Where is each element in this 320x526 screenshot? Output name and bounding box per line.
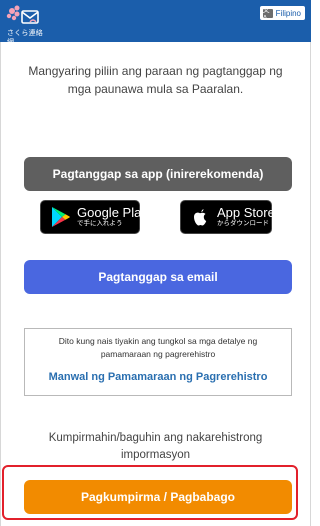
manual-description: Dito kung nais tiyakin ang tungkol sa mg… <box>58 336 258 359</box>
app-store-main: App Store <box>217 205 275 221</box>
manual-box: Dito kung nais tiyakin ang tungkol sa mg… <box>24 328 292 396</box>
google-play-icon <box>52 207 70 227</box>
google-play-main: Google Play <box>77 205 148 221</box>
app-header: さくら連絡網 文A Filipino <box>0 0 311 46</box>
google-play-sub: で手に入れよう <box>77 220 123 228</box>
app-store-badge[interactable]: App Store からダウンロード <box>180 200 275 234</box>
translate-icon: 文A <box>262 7 273 22</box>
language-button[interactable]: 文A Filipino <box>259 6 305 22</box>
confirm-description: Kumpirmahin/baguhin ang nakarehistrong i… <box>48 432 263 461</box>
app-receive-button[interactable]: Pagtanggap sa app (inirerekomenda) <box>24 157 292 191</box>
email-receive-button[interactable]: Pagtanggap sa email <box>24 260 292 294</box>
language-label: Filipino <box>275 8 301 18</box>
manual-link[interactable]: Manwal ng Pamamaraan ng Pagrerehistro <box>25 371 291 383</box>
apple-icon <box>194 209 207 226</box>
logo-text: さくら連絡網 <box>7 29 43 46</box>
app-store-sub: からダウンロード <box>217 220 269 228</box>
google-play-badge[interactable]: Google Play で手に入れよう <box>40 200 148 234</box>
intro-text: Mangyaring piliin ang paraan ng pagtangg… <box>28 64 283 96</box>
confirm-change-button[interactable]: Pagkumpirma / Pagbabago <box>24 480 292 514</box>
